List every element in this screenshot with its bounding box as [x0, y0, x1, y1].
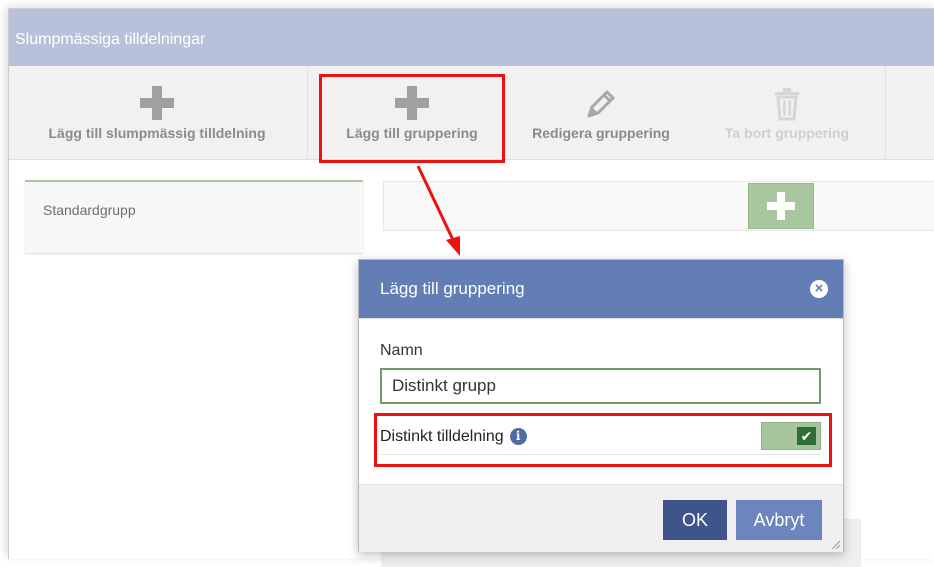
add-grouping-button[interactable]: Lägg till gruppering — [319, 66, 505, 159]
edit-grouping-button[interactable]: Redigera gruppering — [515, 66, 687, 159]
plus-icon — [395, 86, 429, 120]
toolbar-divider — [885, 66, 886, 159]
dialog-header: Lägg till gruppering × — [359, 260, 843, 318]
delete-grouping-label: Ta bort gruppering — [724, 125, 850, 141]
checkmark-icon: ✔ — [797, 427, 816, 445]
group-name: Standardgrupp — [43, 202, 136, 218]
delete-grouping-button[interactable]: Ta bort gruppering — [705, 66, 869, 159]
toolbar-divider — [307, 66, 308, 159]
add-assignment-button[interactable] — [748, 183, 814, 229]
toolbar: Lägg till slumpmässig tilldelning Lägg t… — [9, 66, 934, 160]
trash-icon — [772, 86, 802, 125]
edit-grouping-label: Redigera gruppering — [532, 125, 670, 141]
info-icon[interactable]: i — [509, 428, 527, 445]
distinct-assignment-label: Distinkt tilldelning i — [380, 428, 527, 446]
add-random-assignment-button[interactable]: Lägg till slumpmässig tilldelning — [9, 66, 305, 159]
plus-icon — [140, 86, 174, 120]
distinct-assignment-toggle[interactable]: ✔ — [761, 422, 821, 450]
distinct-assignment-text: Distinkt tilldelning — [380, 428, 504, 445]
close-icon[interactable]: × — [810, 280, 828, 298]
title-bar: Slumpmässiga tilldelningar — [9, 9, 934, 66]
window-title: Slumpmässiga tilldelningar — [15, 31, 206, 48]
dialog-footer: OK Avbryt — [359, 484, 843, 552]
name-input[interactable] — [380, 368, 821, 404]
pencil-icon — [583, 86, 619, 125]
add-random-assignment-label: Lägg till slumpmässig tilldelning — [48, 125, 266, 141]
group-list-item[interactable]: Standardgrupp — [25, 180, 363, 253]
plus-icon — [767, 192, 795, 220]
divider — [380, 454, 821, 455]
cancel-button[interactable]: Avbryt — [736, 500, 822, 540]
add-grouping-dialog: Lägg till gruppering × Namn Distinkt til… — [358, 259, 844, 552]
ok-button[interactable]: OK — [663, 500, 727, 540]
resize-grip-icon[interactable] — [830, 539, 840, 549]
dialog-title: Lägg till gruppering — [380, 279, 525, 298]
divider — [359, 318, 843, 319]
name-label: Namn — [380, 342, 423, 359]
annotation-arrow — [416, 165, 460, 256]
add-grouping-label: Lägg till gruppering — [346, 125, 478, 141]
